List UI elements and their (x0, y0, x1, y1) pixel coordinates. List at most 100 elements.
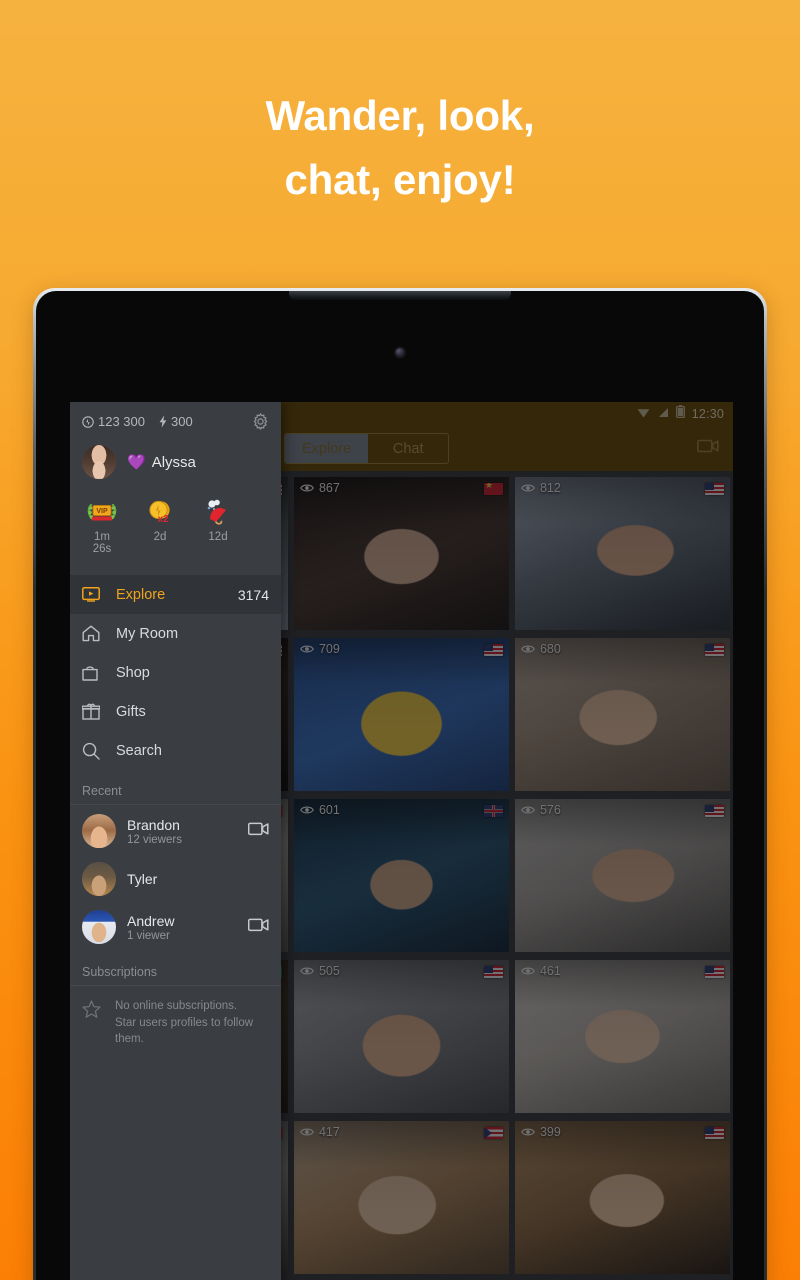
coin-balance-value: 123 300 (98, 414, 145, 429)
drawer-header: 123 300 300 💜 Alyssa VIP 1m 26s x2 2d 12… (70, 402, 281, 555)
star-outline-icon (82, 998, 101, 1024)
wifi-icon (637, 405, 650, 423)
list-item-viewers: 1 viewer (127, 929, 170, 942)
avatar[interactable] (82, 445, 116, 479)
tile-scrim (514, 477, 730, 630)
recent-section-title: Recent (70, 770, 281, 805)
viewer-count-value: 505 (318, 964, 340, 978)
avatar-photo (82, 910, 116, 944)
promo-headline: Wander, look, chat, enjoy! (265, 92, 535, 203)
viewer-count-value: 576 (539, 803, 561, 817)
viewer-count-value: 812 (539, 481, 561, 495)
menu-item-shop[interactable]: Shop (70, 653, 281, 692)
video-camera-icon[interactable] (247, 918, 269, 937)
eye-icon (300, 967, 314, 975)
eye-icon (300, 1128, 314, 1136)
gear-icon[interactable] (252, 413, 269, 433)
eye-icon (521, 1128, 535, 1136)
profile-row[interactable]: 💜 Alyssa (82, 445, 269, 479)
viewer-count: 576 (521, 803, 561, 817)
viewer-count-value: 680 (539, 642, 561, 656)
energy-balance[interactable]: 300 (159, 414, 193, 429)
list-item-name: Brandon (127, 816, 180, 833)
list-item[interactable]: Andrew 1 viewer (70, 903, 281, 951)
subscriptions-section-title: Subscriptions (70, 951, 281, 986)
list-item-text: Andrew 1 viewer (127, 913, 174, 942)
menu-item-my-room[interactable]: My Room (70, 614, 281, 653)
gift-icon (82, 703, 116, 720)
badge-vip-label: 1m 26s (92, 531, 112, 555)
red-umbrella-icon (200, 497, 236, 527)
country-flag-icon (483, 966, 503, 978)
stream-tile[interactable]: 505 (291, 956, 512, 1117)
lightning-icon (159, 415, 167, 428)
badge-umbrella[interactable]: 12d (200, 497, 236, 555)
video-camera-icon[interactable] (247, 822, 269, 841)
coin-icon (82, 415, 94, 428)
stream-tile[interactable]: 417 (291, 1117, 512, 1278)
eye-icon (300, 645, 314, 653)
country-flag-icon (704, 966, 724, 978)
viewer-count: 867 (300, 481, 340, 495)
tab-explore[interactable]: Explore (285, 434, 369, 463)
menu-item-explore[interactable]: Explore 3174 (70, 575, 281, 614)
tablet-device-frame: 12:30 Explore Chat 93 (33, 288, 767, 1280)
stream-tile[interactable]: 461 (512, 956, 733, 1117)
tile-scrim (293, 799, 509, 952)
list-item-name: Andrew (127, 912, 175, 929)
menu-item-gifts-label: Gifts (116, 703, 146, 720)
cellular-signal-icon (657, 405, 669, 423)
badge-umbrella-label: 12d (208, 531, 228, 543)
list-item-viewers: 12 viewers (127, 833, 182, 846)
viewer-count: 680 (521, 642, 561, 656)
speaker-notch (289, 291, 511, 300)
tile-scrim (514, 1121, 730, 1274)
avatar (82, 862, 116, 896)
tile-scrim (514, 960, 730, 1113)
tile-scrim (293, 638, 509, 791)
tab-group[interactable]: Explore Chat (284, 433, 450, 464)
subscriptions-empty-text: No online subscriptions. Star users prof… (115, 1000, 254, 1046)
recent-list: Brandon 12 viewers Tyler Andrew 1 viewer (70, 807, 281, 951)
tile-scrim (293, 960, 509, 1113)
stream-tile[interactable]: 576 (512, 795, 733, 956)
tile-scrim (293, 477, 509, 630)
country-flag-icon (704, 805, 724, 817)
menu-item-search-label: Search (116, 742, 162, 759)
tablet-bezel: 12:30 Explore Chat 93 (36, 291, 764, 1280)
viewer-count: 812 (521, 481, 561, 495)
eye-icon (521, 484, 535, 492)
stream-tile[interactable]: 399 (512, 1117, 733, 1278)
list-item[interactable]: Brandon 12 viewers (70, 807, 281, 855)
coin-balance[interactable]: 123 300 (82, 414, 145, 429)
list-item-name: Tyler (127, 871, 158, 887)
viewer-count-value: 399 (539, 1125, 561, 1139)
menu-item-search[interactable]: Search (70, 731, 281, 770)
country-flag-icon (704, 483, 724, 495)
stream-tile[interactable]: 812 (512, 473, 733, 634)
tab-chat[interactable]: Chat (368, 434, 448, 463)
drawer-menu: Explore 3174 My Room Shop Gifts Search (70, 575, 281, 770)
tile-scrim (514, 638, 730, 791)
stream-tile[interactable]: 601 (291, 795, 512, 956)
viewer-count-value: 461 (539, 964, 561, 978)
badge-coin-x2[interactable]: x2 2d (142, 497, 178, 555)
viewer-count: 601 (300, 803, 340, 817)
eye-icon (521, 806, 535, 814)
badge-coin-label: 2d (153, 531, 167, 543)
viewer-count-value: 709 (318, 642, 340, 656)
energy-balance-value: 300 (171, 414, 193, 429)
menu-item-gifts[interactable]: Gifts (70, 692, 281, 731)
country-flag-icon (483, 805, 503, 817)
viewer-count: 709 (300, 642, 340, 656)
navigation-drawer: 123 300 300 💜 Alyssa VIP 1m 26s x2 2d 12… (70, 402, 281, 1280)
stream-tile[interactable]: 680 (512, 634, 733, 795)
badge-vip[interactable]: VIP 1m 26s (84, 497, 120, 555)
avatar (82, 814, 116, 848)
avatar-photo (82, 814, 116, 848)
video-camera-icon[interactable] (697, 438, 719, 459)
viewer-count-value: 417 (318, 1125, 340, 1139)
stream-tile[interactable]: 867 (291, 473, 512, 634)
stream-tile[interactable]: 709 (291, 634, 512, 795)
list-item[interactable]: Tyler (70, 855, 281, 903)
